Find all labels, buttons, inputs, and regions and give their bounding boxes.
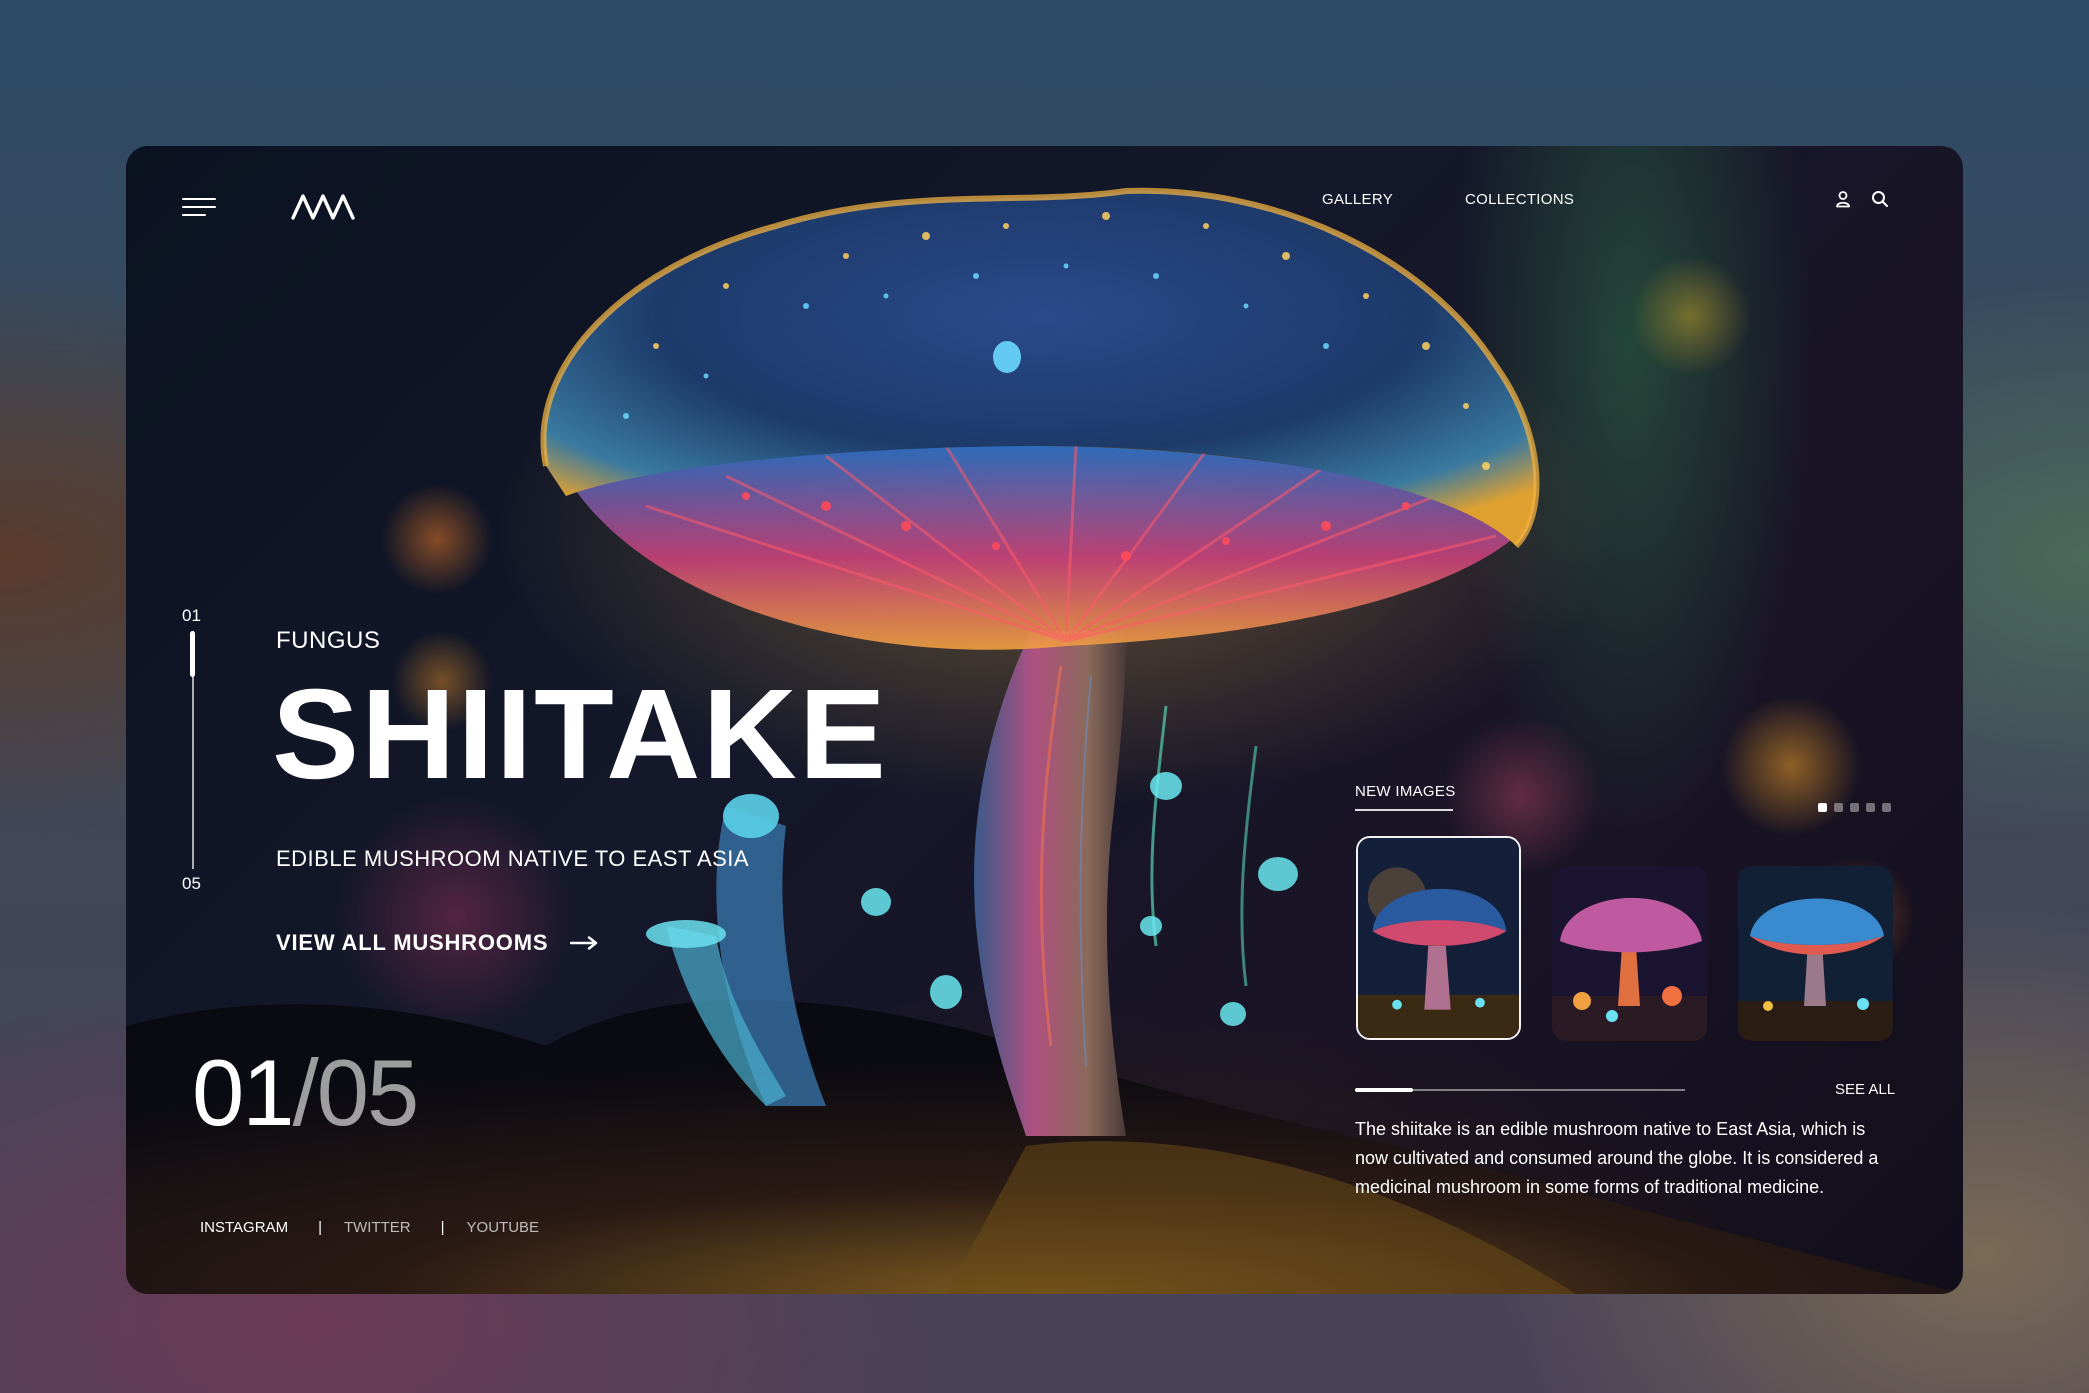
user-icon[interactable] bbox=[1834, 190, 1852, 208]
hero-category: FUNGUS bbox=[276, 627, 381, 654]
pagination-dot[interactable] bbox=[1850, 803, 1859, 812]
counter-total: 05 bbox=[316, 1040, 420, 1145]
menu-icon[interactable] bbox=[182, 198, 216, 218]
social-twitter-link[interactable]: TWITTER bbox=[344, 1219, 411, 1236]
nav-gallery-link[interactable]: GALLERY bbox=[1322, 191, 1393, 208]
counter-current: 01 bbox=[192, 1040, 295, 1145]
hero-card: GALLERY COLLECTIONS 01 05 FUNGUS SHIITAK… bbox=[126, 146, 1963, 1294]
social-youtube-link[interactable]: YOUTUBE bbox=[467, 1219, 540, 1236]
divider: | bbox=[440, 1219, 445, 1236]
arrow-right-icon bbox=[570, 936, 598, 950]
new-images-label: NEW IMAGES bbox=[1355, 783, 1456, 800]
gallery-thumbnail[interactable] bbox=[1738, 866, 1893, 1041]
slide-end-number: 05 bbox=[182, 874, 201, 893]
new-images-underline bbox=[1355, 809, 1453, 811]
view-all-mushrooms-link[interactable]: VIEW ALL MUSHROOMS bbox=[276, 930, 598, 956]
pagination-dot[interactable] bbox=[1834, 803, 1843, 812]
slide-start-number: 01 bbox=[182, 606, 201, 625]
slide-progress bbox=[190, 631, 195, 677]
logo-icon[interactable] bbox=[290, 192, 360, 222]
social-links: INSTAGRAM | TWITTER | YOUTUBE bbox=[200, 1219, 539, 1236]
mushroom-thumbnail-image bbox=[1552, 866, 1707, 1041]
mushroom-thumbnail-image bbox=[1358, 838, 1519, 1038]
nav-collections-link[interactable]: COLLECTIONS bbox=[1465, 191, 1574, 208]
social-instagram-link[interactable]: INSTAGRAM bbox=[200, 1219, 288, 1236]
counter-separator: / bbox=[292, 1040, 319, 1145]
gallery-pagination bbox=[1818, 803, 1891, 812]
see-all-link[interactable]: SEE ALL bbox=[1835, 1081, 1895, 1098]
slide-counter: 01/05 bbox=[192, 1046, 419, 1140]
gallery-progress-fill bbox=[1355, 1088, 1413, 1092]
gallery-thumbnail[interactable] bbox=[1356, 836, 1521, 1040]
pagination-dot[interactable] bbox=[1818, 803, 1827, 812]
pagination-dot[interactable] bbox=[1866, 803, 1875, 812]
gallery-thumbnail[interactable] bbox=[1552, 866, 1707, 1041]
hero-title: SHIITAKE bbox=[272, 663, 888, 806]
mushroom-description: The shiitake is an edible mushroom nativ… bbox=[1355, 1119, 1879, 1197]
mushroom-thumbnail-image bbox=[1738, 866, 1893, 1041]
pagination-dot[interactable] bbox=[1882, 803, 1891, 812]
search-icon[interactable] bbox=[1871, 190, 1889, 208]
cta-label: VIEW ALL MUSHROOMS bbox=[276, 930, 549, 955]
divider: | bbox=[318, 1219, 322, 1236]
hero-subtitle: EDIBLE MUSHROOM NATIVE TO EAST ASIA bbox=[276, 846, 750, 871]
